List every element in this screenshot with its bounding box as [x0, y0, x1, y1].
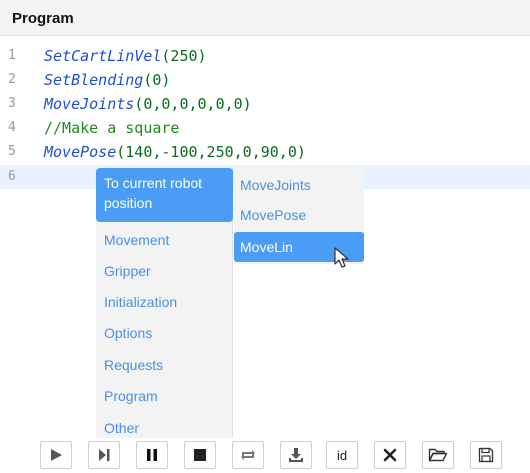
function-args: (0) [143, 71, 171, 89]
play-icon [51, 449, 62, 461]
autocomplete-category-list: To current robot position Movement Gripp… [96, 168, 233, 440]
line-number: 5 [8, 144, 16, 159]
panel-header: Program [0, 0, 530, 36]
function-name: MovePose [44, 143, 117, 161]
category-movement[interactable]: Movement [96, 230, 233, 250]
save-button[interactable] [470, 441, 502, 469]
id-button[interactable]: id [326, 441, 358, 469]
category-to-current-position[interactable]: To current robot position [96, 168, 233, 222]
mouse-pointer-icon [334, 247, 349, 268]
code-text[interactable]: MoveJoints(0,0,0,0,0,0) [44, 92, 252, 116]
code-line[interactable]: 5 MovePose(140,-100,250,0,90,0) [0, 140, 530, 164]
code-text[interactable]: SetCartLinVel(250) [44, 44, 207, 68]
stop-button[interactable] [184, 441, 216, 469]
function-args: (140,-100,250,0,90,0) [116, 143, 306, 161]
line-number: 3 [8, 96, 16, 111]
code-text[interactable]: SetBlending(0) [44, 68, 170, 92]
loop-icon [241, 450, 255, 460]
close-icon [383, 448, 397, 462]
pause-button[interactable] [136, 441, 168, 469]
line-number: 1 [8, 48, 16, 63]
download-icon [289, 448, 303, 462]
submenu-movepose[interactable]: MovePose [234, 200, 364, 230]
category-label-line: To current robot [104, 175, 203, 191]
panel-title: Program [12, 10, 74, 27]
play-button[interactable] [40, 441, 72, 469]
category-gripper[interactable]: Gripper [96, 261, 233, 281]
open-file-button[interactable] [422, 441, 454, 469]
step-button[interactable] [88, 441, 120, 469]
download-button[interactable] [280, 441, 312, 469]
code-line[interactable]: 3 MoveJoints(0,0,0,0,0,0) [0, 92, 530, 116]
function-name: MoveJoints [44, 95, 135, 113]
function-args: (250) [161, 47, 207, 65]
function-args: (0,0,0,0,0,0) [134, 95, 252, 113]
line-number: 4 [8, 120, 16, 135]
code-text[interactable]: MovePose(140,-100,250,0,90,0) [44, 140, 306, 164]
submenu-movejoints[interactable]: MoveJoints [234, 170, 364, 200]
code-comment[interactable]: //Make a square [44, 116, 179, 140]
id-button-label: id [336, 447, 348, 463]
category-label-line: position [104, 195, 153, 211]
category-options[interactable]: Options [96, 323, 233, 343]
category-program[interactable]: Program [96, 386, 233, 406]
step-icon [99, 449, 110, 461]
category-other[interactable]: Other [96, 418, 233, 438]
code-line[interactable]: 1 SetCartLinVel(250) [0, 44, 530, 68]
code-line[interactable]: 2 SetBlending(0) [0, 68, 530, 92]
category-initialization[interactable]: Initialization [96, 292, 233, 312]
save-icon [478, 447, 494, 463]
line-number: 6 [8, 169, 16, 184]
function-name: SetCartLinVel [44, 47, 162, 65]
program-toolbar: id [0, 438, 530, 473]
stop-icon [194, 449, 206, 461]
line-number: 2 [8, 72, 16, 87]
pause-icon [147, 449, 157, 461]
function-name: SetBlending [44, 71, 144, 89]
category-requests[interactable]: Requests [96, 355, 233, 375]
loop-button[interactable] [232, 441, 264, 469]
code-line[interactable]: 4 //Make a square [0, 116, 530, 140]
folder-open-icon [428, 448, 448, 462]
clear-button[interactable] [374, 441, 406, 469]
